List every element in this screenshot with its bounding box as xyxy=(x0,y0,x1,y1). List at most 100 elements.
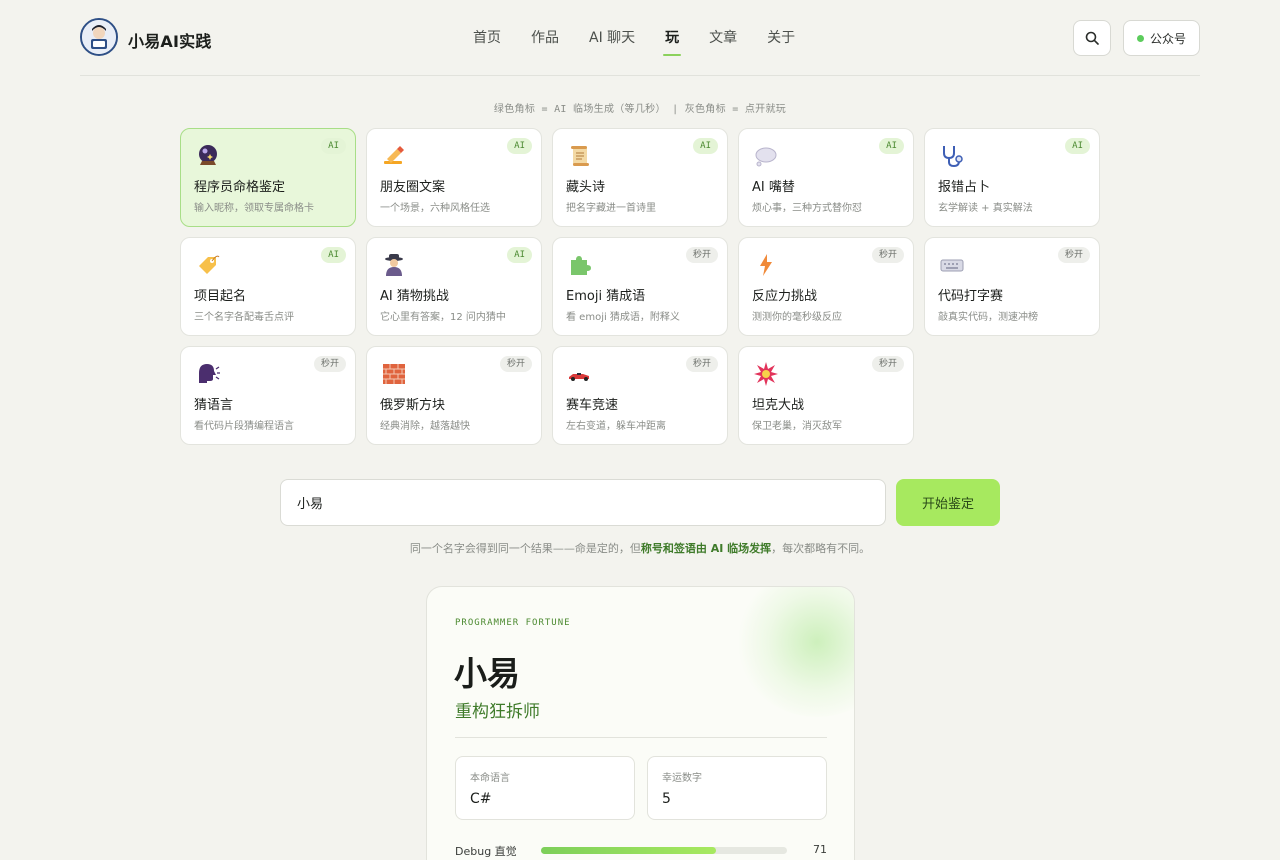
stethoscope-icon xyxy=(943,146,963,168)
badge: AI xyxy=(321,138,346,154)
detective-icon xyxy=(385,254,403,276)
badge: AI xyxy=(507,138,532,154)
card-title: 朋友圈文案 xyxy=(380,180,446,195)
card-desc: 一个场景，六种风格任选 xyxy=(380,203,490,214)
main-nav: 首页 作品 AI 聊天 玩 文章 关于 xyxy=(458,0,810,76)
card-title: 赛车竞速 xyxy=(566,398,619,413)
card-title: 反应力挑战 xyxy=(752,289,818,304)
card-racing[interactable]: 秒开 赛车竞速 左右变道，躲车冲距离 xyxy=(552,346,728,445)
progress-track xyxy=(541,847,787,854)
explosion-icon xyxy=(754,362,778,386)
card-desc: 保卫老巢，消灭敌军 xyxy=(752,421,842,432)
logo-avatar[interactable] xyxy=(80,18,118,56)
result-name: 小易 xyxy=(454,654,520,693)
bar-value: 71 xyxy=(813,843,827,856)
stat-language: 本命语言 C# xyxy=(455,756,635,820)
card-desc: 烦心事，三种方式替你怼 xyxy=(752,203,862,214)
search-icon xyxy=(1085,31,1099,45)
divider xyxy=(455,737,827,738)
crystal-ball-icon xyxy=(199,145,217,165)
badge-legend: 绿色角标 = AI 临场生成（等几秒） | 灰色角标 = 点开就玩 xyxy=(493,104,787,115)
site-header: 小易AI实践 首页 作品 AI 聊天 玩 文章 关于 公众号 xyxy=(80,0,1200,76)
hint-emphasis: 称号和签语由 AI 临场发挥 xyxy=(640,542,772,555)
brand-name[interactable]: 小易AI实践 xyxy=(128,28,212,52)
badge: 秒开 xyxy=(685,247,718,263)
card-desc: 三个名字各配毒舌点评 xyxy=(194,312,294,323)
status-dot xyxy=(1136,34,1144,42)
card-desc: 玄学解读 + 真实解法 xyxy=(938,203,1033,214)
speech-bubble-icon xyxy=(755,147,777,167)
race-car-icon xyxy=(569,373,589,381)
decorative-glow xyxy=(737,587,854,717)
stat-lucky-number: 幸运数字 5 xyxy=(647,756,827,820)
card-desc: 把名字藏进一首诗里 xyxy=(566,203,656,214)
nav-item-ai-chat[interactable]: AI 聊天 xyxy=(574,0,650,76)
puzzle-icon xyxy=(571,256,591,275)
badge: 秒开 xyxy=(685,356,718,372)
card-desc: 输入昵称，领取专属命格卡 xyxy=(194,203,314,214)
badge: AI xyxy=(321,247,346,263)
progress-fill xyxy=(541,847,716,854)
stat-label: 本命语言 xyxy=(470,773,510,784)
stat-value: C# xyxy=(470,791,492,807)
card-tetris[interactable]: 秒开 俄罗斯方块 经典消除，越落越快 xyxy=(366,346,542,445)
stat-value: 5 xyxy=(662,791,671,807)
card-title: 俄罗斯方块 xyxy=(380,398,446,413)
nav-item-articles[interactable]: 文章 xyxy=(694,0,752,76)
card-ai-comeback[interactable]: AI AI 嘴替 烦心事，三种方式替你怼 xyxy=(738,128,914,227)
nav-item-home[interactable]: 首页 xyxy=(458,0,516,76)
card-code-typing[interactable]: 秒开 代码打字赛 敲真实代码，测速冲榜 xyxy=(924,237,1100,336)
nickname-input[interactable] xyxy=(280,479,886,526)
card-title: 报错占卜 xyxy=(938,180,991,195)
card-reaction-challenge[interactable]: 秒开 反应力挑战 测测你的毫秒级反应 xyxy=(738,237,914,336)
writing-hand-icon xyxy=(384,146,404,164)
card-tank-battle[interactable]: 秒开 坦克大战 保卫老巢，消灭敌军 xyxy=(738,346,914,445)
result-title: 重构狂拆师 xyxy=(455,702,540,722)
card-desc: 看 emoji 猜成语，附释义 xyxy=(566,312,680,323)
nav-item-about[interactable]: 关于 xyxy=(752,0,810,76)
keyboard-icon xyxy=(940,259,964,272)
speaking-head-icon xyxy=(199,364,220,383)
card-title: AI 嘴替 xyxy=(752,180,795,195)
card-project-naming[interactable]: AI 项目起名 三个名字各配毒舌点评 xyxy=(180,237,356,336)
card-desc: 测测你的毫秒级反应 xyxy=(752,312,842,323)
card-emoji-idiom[interactable]: 秒开 Emoji 猜成语 看 emoji 猜成语，附释义 xyxy=(552,237,728,336)
badge: AI xyxy=(879,138,904,154)
badge: 秒开 xyxy=(1057,247,1090,263)
bar-label: Debug 直觉 xyxy=(455,845,517,858)
nav-item-play[interactable]: 玩 xyxy=(650,0,694,76)
card-acrostic-poem[interactable]: AI 藏头诗 把名字藏进一首诗里 xyxy=(552,128,728,227)
card-fortune[interactable]: AI 程序员命格鉴定 输入昵称，领取专属命格卡 xyxy=(180,128,356,227)
card-title: 藏头诗 xyxy=(566,180,606,195)
badge: 秒开 xyxy=(871,247,904,263)
card-moments-copy[interactable]: AI 朋友圈文案 一个场景，六种风格任选 xyxy=(366,128,542,227)
card-guess-language[interactable]: 秒开 猜语言 看代码片段猜编程语言 xyxy=(180,346,356,445)
wechat-account-label: 公众号 xyxy=(1149,31,1186,46)
card-title: Emoji 猜成语 xyxy=(566,289,646,304)
badge: 秒开 xyxy=(313,356,346,372)
form-hint: 同一个名字会得到同一个结果——命是定的，但称号和签语由 AI 临场发挥，每次都略… xyxy=(0,540,1280,556)
nav-item-works[interactable]: 作品 xyxy=(516,0,574,76)
badge: 秒开 xyxy=(499,356,532,372)
card-title: AI 猜物挑战 xyxy=(380,289,449,304)
fortune-result-card: PROGRAMMER FORTUNE 小易 重构狂拆师 本命语言 C# 幸运数字… xyxy=(426,586,855,860)
result-kicker: PROGRAMMER FORTUNE xyxy=(455,618,571,628)
tag-icon xyxy=(199,255,220,274)
wechat-account-button[interactable]: 公众号 xyxy=(1123,20,1200,56)
stat-label: 幸运数字 xyxy=(662,773,702,784)
hint-text-end: ，每次都略有不同。 xyxy=(771,542,871,555)
card-desc: 左右变道，躲车冲距离 xyxy=(566,421,666,432)
badge: 秒开 xyxy=(871,356,904,372)
card-error-divination[interactable]: AI 报错占卜 玄学解读 + 真实解法 xyxy=(924,128,1100,227)
card-ai-guess-challenge[interactable]: AI AI 猜物挑战 它心里有答案，12 问内猜中 xyxy=(366,237,542,336)
card-title: 坦克大战 xyxy=(752,398,805,413)
badge: AI xyxy=(507,247,532,263)
hint-text: 同一个名字会得到同一个结果——命是定的，但 xyxy=(409,542,641,555)
search-button[interactable] xyxy=(1073,20,1111,56)
card-desc: 看代码片段猜编程语言 xyxy=(194,421,294,432)
card-title: 代码打字赛 xyxy=(938,289,1004,304)
card-desc: 经典消除，越落越快 xyxy=(380,421,470,432)
start-appraisal-button[interactable]: 开始鉴定 xyxy=(896,479,1000,526)
scroll-icon xyxy=(571,146,589,166)
card-desc: 敲真实代码，测速冲榜 xyxy=(938,312,1038,323)
